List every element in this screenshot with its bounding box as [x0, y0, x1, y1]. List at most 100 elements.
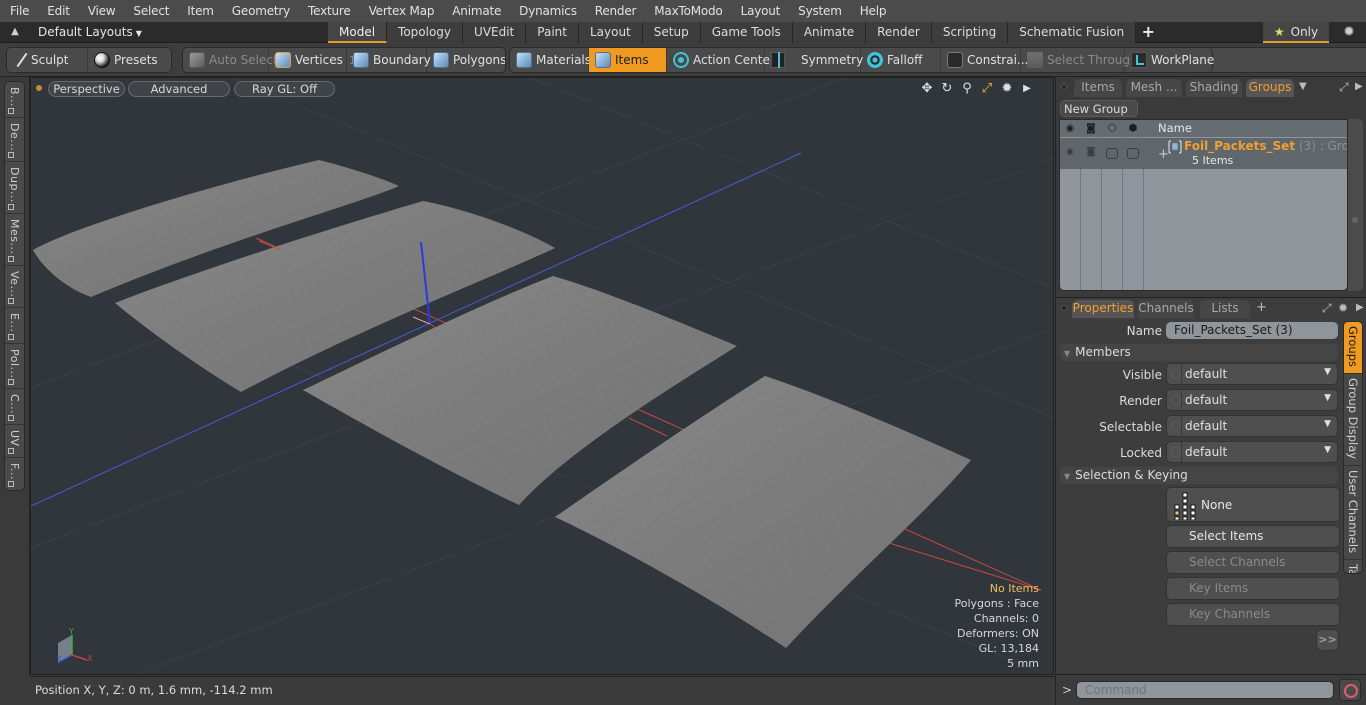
tab-game-tools[interactable]: Game Tools — [700, 22, 793, 43]
side-tab-user-channels[interactable]: User Channels — [1344, 466, 1362, 561]
menu-dynamics[interactable]: Dynamics — [509, 0, 585, 22]
boundary-button[interactable]: Boundary — [347, 48, 431, 72]
presets-button[interactable]: Presets — [88, 48, 171, 72]
panel-gear-icon[interactable]: ✹ — [1338, 300, 1348, 316]
constraints-button[interactable]: Constrai... — [941, 48, 1028, 72]
viewport-settings-icon[interactable]: ✹ — [999, 80, 1015, 98]
rotate-icon[interactable]: ↻ — [939, 80, 955, 98]
tab-lists[interactable]: Lists — [1200, 300, 1250, 318]
groups-scrollbar[interactable] — [1348, 119, 1363, 291]
left-tab-fusion[interactable]: F... — [5, 458, 26, 490]
tab-uvedit[interactable]: UVEdit — [463, 22, 527, 43]
name-column-header[interactable]: Name — [1158, 120, 1192, 137]
lock-column-icon[interactable]: ⬡ — [1102, 121, 1122, 136]
left-tab-mesh-edit[interactable]: Mes... — [5, 214, 26, 266]
add-tab-button[interactable]: + — [1136, 22, 1160, 43]
only-toggle[interactable]: ★ Only — [1263, 22, 1329, 43]
menu-view[interactable]: View — [78, 0, 124, 22]
left-tab-basic[interactable]: B... — [5, 82, 26, 119]
tabs-dropdown-icon[interactable]: ▼ — [1299, 79, 1307, 95]
tab-topology[interactable]: Topology — [387, 22, 464, 43]
left-tab-polygon[interactable]: Pol... — [5, 344, 26, 390]
render-toggle-icon[interactable]: ◙ — [1081, 147, 1101, 159]
menu-maxtomodo[interactable]: MaxToModo — [644, 0, 730, 22]
layouts-dropdown[interactable]: Default Layouts ▼ — [38, 22, 142, 43]
selectable-dropdown[interactable]: default ▼ — [1166, 415, 1338, 437]
collapse-layout-icon[interactable]: ▲ — [8, 24, 22, 40]
members-section-header[interactable]: ▼ Members — [1060, 344, 1338, 361]
panel-menu-dot[interactable] — [1061, 305, 1067, 311]
fit-view-icon[interactable]: ⤢ — [979, 80, 995, 98]
lock-toggle[interactable] — [1106, 148, 1118, 159]
auto-select-button[interactable]: Auto Select — [183, 48, 278, 72]
menu-texture[interactable]: Texture — [298, 0, 359, 22]
tab-properties[interactable]: Properties — [1072, 300, 1134, 318]
raygl-button[interactable]: Ray GL: Off — [234, 81, 335, 97]
menu-layout[interactable]: Layout — [731, 0, 789, 22]
materials-button[interactable]: Materials — [510, 48, 591, 72]
expand-arrow-icon[interactable]: ▶ — [1019, 80, 1035, 98]
selection-keying-section-header[interactable]: ▼ Selection & Keying — [1060, 467, 1338, 484]
tab-schematic-fusion[interactable]: Schematic Fusion — [1008, 22, 1137, 43]
tab-model[interactable]: Model — [328, 22, 388, 43]
tab-groups[interactable]: Groups — [1246, 79, 1294, 97]
tab-animate[interactable]: Animate — [792, 22, 867, 43]
hierarchy-none-button[interactable]: None — [1166, 487, 1340, 522]
panel-menu-dot[interactable] — [1061, 84, 1067, 90]
3d-viewport[interactable]: Y X Z Perspective Advanced Ray GL: Off ✥… — [30, 77, 1054, 675]
scrollbar-knob[interactable] — [1352, 217, 1358, 223]
menu-file[interactable]: File — [0, 0, 37, 22]
gear-icon[interactable]: ✹ — [1340, 23, 1358, 41]
workplane-button[interactable]: WorkPlane — [1125, 48, 1214, 72]
record-macro-button[interactable] — [1339, 679, 1361, 701]
key-channels-button[interactable]: Key Channels — [1166, 603, 1340, 626]
side-tab-groups[interactable]: Groups — [1344, 322, 1362, 375]
menu-geometry[interactable]: Geometry — [222, 0, 298, 22]
render-dropdown[interactable]: default ▼ — [1166, 389, 1338, 411]
command-input[interactable] — [1076, 681, 1334, 699]
menu-item[interactable]: Item — [177, 0, 222, 22]
tab-paint[interactable]: Paint — [526, 22, 579, 43]
left-tab-deform[interactable]: De... — [5, 118, 26, 163]
select-toggle[interactable] — [1127, 148, 1139, 159]
viewport-menu-dot[interactable] — [36, 85, 42, 91]
tab-setup[interactable]: Setup — [642, 22, 701, 43]
pan-icon[interactable]: ✥ — [919, 80, 935, 98]
group-name-field[interactable]: Foil_Packets_Set (3) — [1166, 322, 1338, 339]
select-through-button[interactable]: Select Through — [1021, 48, 1138, 72]
falloff-button[interactable]: Falloff — [861, 48, 941, 72]
select-channels-button[interactable]: Select Channels — [1166, 551, 1340, 574]
menu-help[interactable]: Help — [850, 0, 895, 22]
visibility-column-icon[interactable]: ◉ — [1060, 121, 1080, 136]
key-items-button[interactable]: Key Items — [1166, 577, 1340, 600]
tab-layout[interactable]: Layout — [578, 22, 643, 43]
tab-scripting[interactable]: Scripting — [931, 22, 1009, 43]
select-column-icon[interactable]: ⬢ — [1123, 121, 1143, 136]
menu-vertex-map[interactable]: Vertex Map — [359, 0, 443, 22]
left-tab-duplicate[interactable]: Dup... — [5, 162, 26, 215]
maximize-panel-icon[interactable]: ⤢ — [1322, 300, 1332, 316]
panel-arrow-icon[interactable]: ▶ — [1355, 79, 1363, 95]
new-group-button[interactable]: New Group — [1060, 100, 1138, 117]
items-button[interactable]: Items 5 — [589, 48, 676, 72]
locked-dropdown[interactable]: default ▼ — [1166, 441, 1338, 463]
left-tab-edge[interactable]: E... — [5, 308, 26, 344]
tab-render[interactable]: Render — [866, 22, 932, 43]
tab-channels[interactable]: Channels — [1138, 300, 1194, 318]
tab-shading[interactable]: Shading — [1186, 79, 1242, 97]
vertices-button[interactable]: Vertices1 — [269, 48, 356, 72]
left-tab-vertex[interactable]: Ve... — [5, 266, 26, 309]
render-column-icon[interactable]: ◙ — [1081, 121, 1101, 136]
menu-system[interactable]: System — [788, 0, 850, 22]
sculpt-button[interactable]: Sculpt — [7, 48, 89, 72]
symmetry-button[interactable]: Symmetry — [765, 48, 863, 72]
menu-edit[interactable]: Edit — [37, 0, 77, 22]
menu-animate[interactable]: Animate — [442, 0, 509, 22]
zoom-icon[interactable]: ⚲ — [959, 80, 975, 98]
maximize-panel-icon[interactable]: ⤢ — [1339, 79, 1349, 95]
view-mode-button[interactable]: Perspective — [48, 81, 125, 97]
visible-dropdown[interactable]: default ▼ — [1166, 363, 1338, 385]
tab-items[interactable]: Items — [1074, 79, 1122, 97]
side-tab-group-display[interactable]: Group Display — [1344, 374, 1362, 467]
menu-render[interactable]: Render — [585, 0, 645, 22]
